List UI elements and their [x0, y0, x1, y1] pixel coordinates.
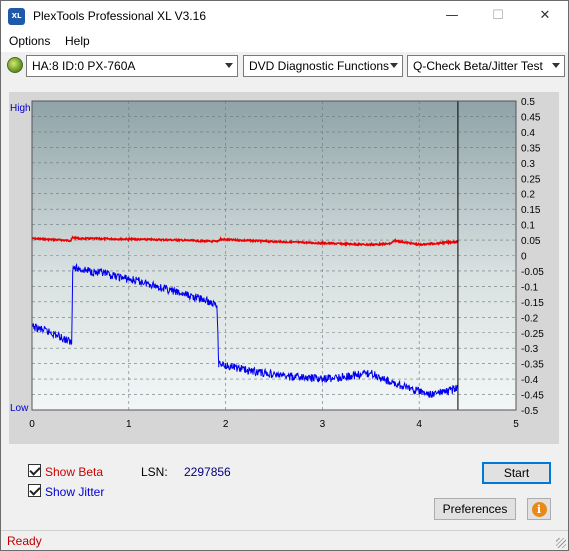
- preferences-button-label: Preferences: [442, 502, 508, 516]
- app-window: XL PlexTools Professional XL V3.16 — ☐ ✕…: [0, 0, 569, 551]
- test-select-value: Q-Check Beta/Jitter Test: [413, 59, 543, 73]
- show-jitter-label[interactable]: Show Jitter: [45, 485, 104, 499]
- y-tick-label: -0.5: [521, 406, 539, 417]
- y-tick-label: 0.35: [521, 143, 541, 154]
- y-tick-label: -0.15: [521, 298, 544, 309]
- y-tick-label: 0.4: [521, 128, 535, 139]
- controls-panel: Show Beta Show Jitter LSN: 2297856 Start…: [9, 453, 559, 525]
- x-tick-label: 5: [513, 419, 519, 430]
- show-beta-checkbox[interactable]: [28, 464, 41, 477]
- chevron-down-icon: [552, 63, 560, 68]
- function-select-value: DVD Diagnostic Functions: [249, 59, 390, 73]
- y-high-label: High: [10, 103, 31, 114]
- menu-help[interactable]: Help: [65, 34, 90, 48]
- y-tick-label: -0.45: [521, 391, 544, 402]
- y-low-label: Low: [10, 403, 29, 414]
- status-bar: Ready: [1, 530, 568, 550]
- resize-grip-icon[interactable]: [556, 538, 566, 548]
- x-tick-label: 2: [223, 419, 229, 430]
- show-beta-label[interactable]: Show Beta: [45, 465, 103, 479]
- y-tick-label: -0.1: [521, 282, 539, 293]
- lsn-label: LSN:: [141, 465, 168, 479]
- y-tick-label: 0.45: [521, 112, 541, 123]
- y-tick-label: -0.4: [521, 375, 539, 386]
- show-jitter-checkbox[interactable]: [28, 484, 41, 497]
- start-button-label: Start: [503, 466, 530, 480]
- drive-select[interactable]: HA:8 ID:0 PX-760A: [26, 55, 238, 77]
- chart-panel: High Low 0 1 2 3 4 5 0.5 0.45 0.4 0.35 0.3 0.25 0.2…: [9, 92, 559, 444]
- menu-bar: Options Help: [1, 31, 568, 52]
- info-button[interactable]: i: [527, 498, 551, 520]
- toolbar: HA:8 ID:0 PX-760A DVD Diagnostic Functio…: [1, 52, 568, 82]
- y-tick-label: 0.05: [521, 236, 541, 247]
- y-tick-label: -0.2: [521, 313, 539, 324]
- y-tick-label: -0.3: [521, 344, 539, 355]
- preferences-button[interactable]: Preferences: [434, 498, 516, 520]
- y-tick-label: 0: [521, 252, 527, 263]
- chevron-down-icon: [390, 63, 398, 68]
- title-bar[interactable]: XL PlexTools Professional XL V3.16 — ☐ ✕: [1, 1, 568, 31]
- y-tick-label: 0.25: [521, 174, 541, 185]
- y-tick-label: 0.1: [521, 221, 535, 232]
- x-tick-label: 3: [320, 419, 326, 430]
- drive-select-value: HA:8 ID:0 PX-760A: [32, 59, 136, 73]
- minimize-button[interactable]: —: [429, 1, 475, 31]
- chevron-down-icon: [225, 63, 233, 68]
- menu-options[interactable]: Options: [9, 34, 50, 48]
- y-tick-label: -0.35: [521, 360, 544, 371]
- y-tick-label: 0.3: [521, 159, 535, 170]
- status-text: Ready: [7, 534, 42, 548]
- app-icon: XL: [8, 8, 25, 25]
- maximize-button[interactable]: ☐: [475, 1, 521, 31]
- beta-jitter-chart: High Low 0 1 2 3 4 5 0.5 0.45 0.4 0.35 0.3 0.25 0.2…: [10, 97, 544, 430]
- y-tick-label: -0.05: [521, 267, 544, 278]
- x-tick-label: 0: [29, 419, 35, 430]
- y-tick-label: -0.25: [521, 329, 544, 340]
- y-tick-label: 0.15: [521, 205, 541, 216]
- info-icon: i: [531, 502, 547, 517]
- x-tick-label: 4: [416, 419, 422, 430]
- lsn-value: 2297856: [184, 465, 231, 479]
- close-button[interactable]: ✕: [522, 1, 568, 31]
- y-tick-label: 0.2: [521, 190, 535, 201]
- x-tick-label: 1: [126, 419, 132, 430]
- function-select[interactable]: DVD Diagnostic Functions: [243, 55, 403, 77]
- start-button[interactable]: Start: [482, 462, 551, 484]
- y-tick-label: 0.5: [521, 97, 535, 108]
- test-select[interactable]: Q-Check Beta/Jitter Test: [407, 55, 565, 77]
- window-title: PlexTools Professional XL V3.16: [33, 9, 206, 23]
